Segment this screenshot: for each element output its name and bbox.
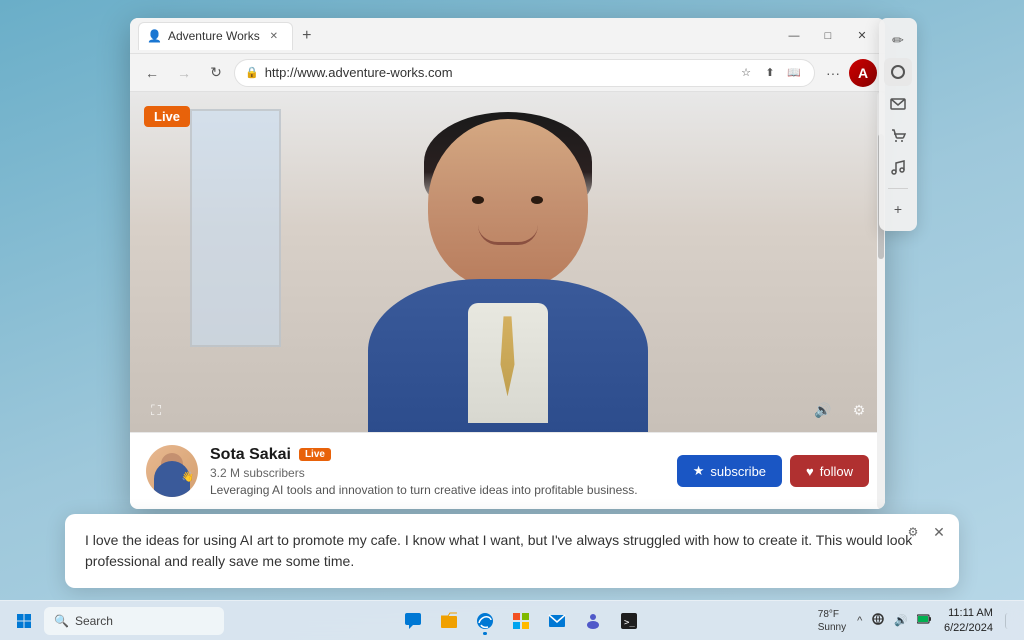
- sidebar-circle-icon[interactable]: [884, 58, 912, 86]
- volume-icon[interactable]: 🔊: [891, 612, 911, 629]
- taskbar: 🔍 Search: [0, 600, 1024, 640]
- channel-actions: ★ subscribe ♥ follow: [677, 455, 869, 487]
- channel-name: Sota Sakai: [210, 446, 291, 464]
- nav-bar: ← → ↻ 🔒 http://www.adventure-works.com ☆…: [130, 54, 885, 92]
- video-controls: 🔊 ⚙: [809, 396, 873, 424]
- chat-close-button[interactable]: ✕: [929, 522, 949, 542]
- address-text: http://www.adventure-works.com: [265, 65, 730, 80]
- network-icon[interactable]: [868, 610, 888, 631]
- svg-text:>_: >_: [624, 618, 635, 628]
- maximize-button[interactable]: □: [813, 24, 843, 48]
- heart-icon: ♥: [806, 464, 814, 479]
- desktop: 👤 Adventure Works ✕ + — □ ✕ ← → ↻ 🔒 http…: [0, 0, 1024, 640]
- system-icons: ^ 🔊: [854, 610, 934, 631]
- close-button[interactable]: ✕: [847, 24, 877, 48]
- battery-icon[interactable]: [914, 612, 934, 629]
- star-icon: ★: [693, 463, 705, 479]
- sidebar-divider: [888, 188, 908, 189]
- video-settings-button[interactable]: ⚙: [845, 396, 873, 424]
- show-desktop-icon[interactable]: [1005, 613, 1016, 629]
- tab-favicon-icon: 👤: [147, 29, 162, 43]
- start-button[interactable]: [8, 605, 40, 637]
- video-area[interactable]: Live ⛶ 🔊 ⚙: [130, 92, 885, 432]
- subscribe-button[interactable]: ★ subscribe: [677, 455, 782, 487]
- weather-condition: Sunny: [818, 621, 846, 634]
- taskbar-chat-icon[interactable]: [397, 605, 429, 637]
- more-options-button[interactable]: ···: [819, 59, 847, 87]
- channel-live-tag: Live: [299, 448, 331, 461]
- clock-date: 6/22/2024: [944, 621, 993, 635]
- active-tab[interactable]: 👤 Adventure Works ✕: [138, 22, 293, 50]
- taskbar-edge-icon[interactable]: [469, 605, 501, 637]
- back-button[interactable]: ←: [138, 59, 166, 87]
- window-controls: — □ ✕: [779, 24, 877, 48]
- reading-icon[interactable]: 📖: [784, 63, 804, 83]
- new-tab-button[interactable]: +: [295, 24, 319, 48]
- taskbar-apps: >_: [224, 605, 818, 637]
- taskbar-store-icon[interactable]: [505, 605, 537, 637]
- refresh-button[interactable]: ↻: [202, 59, 230, 87]
- tab-strip: 👤 Adventure Works ✕ +: [138, 22, 775, 50]
- subscribe-label: subscribe: [710, 464, 766, 479]
- taskbar-search[interactable]: 🔍 Search: [44, 607, 224, 635]
- bookmark-icon[interactable]: ☆: [736, 63, 756, 83]
- address-icons: ☆ ⬆ 📖: [736, 63, 804, 83]
- video-window-element: [190, 109, 281, 347]
- address-bar[interactable]: 🔒 http://www.adventure-works.com ☆ ⬆ 📖: [234, 59, 815, 87]
- sidebar-pen-icon[interactable]: ✏: [884, 26, 912, 54]
- expand-button[interactable]: ⛶: [142, 396, 170, 424]
- taskbar-teams-icon[interactable]: [577, 605, 609, 637]
- tab-close-button[interactable]: ✕: [266, 28, 282, 44]
- channel-name-row: Sota Sakai Live: [210, 446, 665, 464]
- forward-button[interactable]: →: [170, 59, 198, 87]
- channel-avatar: 👋: [146, 445, 198, 497]
- nav-actions: ··· A: [819, 59, 877, 87]
- sidebar-mail-icon[interactable]: [884, 90, 912, 118]
- follow-button[interactable]: ♥ follow: [790, 455, 869, 487]
- weather-temp: 78°F: [818, 608, 846, 621]
- person-head: [428, 119, 588, 289]
- share-icon[interactable]: ⬆: [760, 63, 780, 83]
- sidebar-shopping-icon[interactable]: [884, 122, 912, 150]
- taskbar-clock[interactable]: 11:11 AM 6/22/2024: [938, 604, 999, 637]
- taskbar-explorer-icon[interactable]: [433, 605, 465, 637]
- eye-right: [531, 196, 543, 204]
- follow-label: follow: [820, 464, 853, 479]
- channel-description: Leveraging AI tools and innovation to tu…: [210, 483, 665, 497]
- browser-content: Live ⛶ 🔊 ⚙ 👋 Sota Sakai Li: [130, 92, 885, 509]
- volume-button[interactable]: 🔊: [809, 396, 837, 424]
- profile-button[interactable]: A: [849, 59, 877, 87]
- chat-message: I love the ideas for using AI art to pro…: [85, 530, 939, 572]
- clock-time: 11:11 AM: [944, 606, 993, 620]
- live-badge: Live: [144, 106, 190, 127]
- search-icon: 🔍: [54, 614, 69, 628]
- taskbar-devtools-icon[interactable]: >_: [613, 605, 645, 637]
- channel-info: Sota Sakai Live 3.2 M subscribers Levera…: [210, 446, 665, 497]
- sidebar-music-icon[interactable]: [884, 154, 912, 182]
- channel-bar: 👋 Sota Sakai Live 3.2 M subscribers Leve…: [130, 432, 885, 509]
- channel-subscribers: 3.2 M subscribers: [210, 466, 665, 480]
- weather-widget[interactable]: 78°F Sunny: [818, 608, 846, 634]
- search-label: Search: [75, 614, 113, 628]
- browser-window: 👤 Adventure Works ✕ + — □ ✕ ← → ↻ 🔒 http…: [130, 18, 885, 509]
- chevron-up-icon[interactable]: ^: [854, 613, 865, 629]
- lock-icon: 🔒: [245, 66, 259, 79]
- taskbar-right: 78°F Sunny ^ 🔊 11:11 AM 6/22/2024: [818, 604, 1016, 637]
- ai-chat-popup: ⚙ ✕ I love the ideas for using AI art to…: [65, 514, 959, 588]
- tab-title: Adventure Works: [168, 29, 260, 43]
- title-bar: 👤 Adventure Works ✕ + — □ ✕: [130, 18, 885, 54]
- eye-left: [472, 196, 484, 204]
- avatar-wave-icon: 👋: [182, 472, 194, 483]
- sidebar-add-icon[interactable]: +: [884, 195, 912, 223]
- chat-settings-icon[interactable]: ⚙: [903, 522, 923, 542]
- minimize-button[interactable]: —: [779, 24, 809, 48]
- taskbar-mail-icon[interactable]: [541, 605, 573, 637]
- edge-sidebar: ✏ +: [879, 18, 917, 231]
- smile: [478, 225, 538, 245]
